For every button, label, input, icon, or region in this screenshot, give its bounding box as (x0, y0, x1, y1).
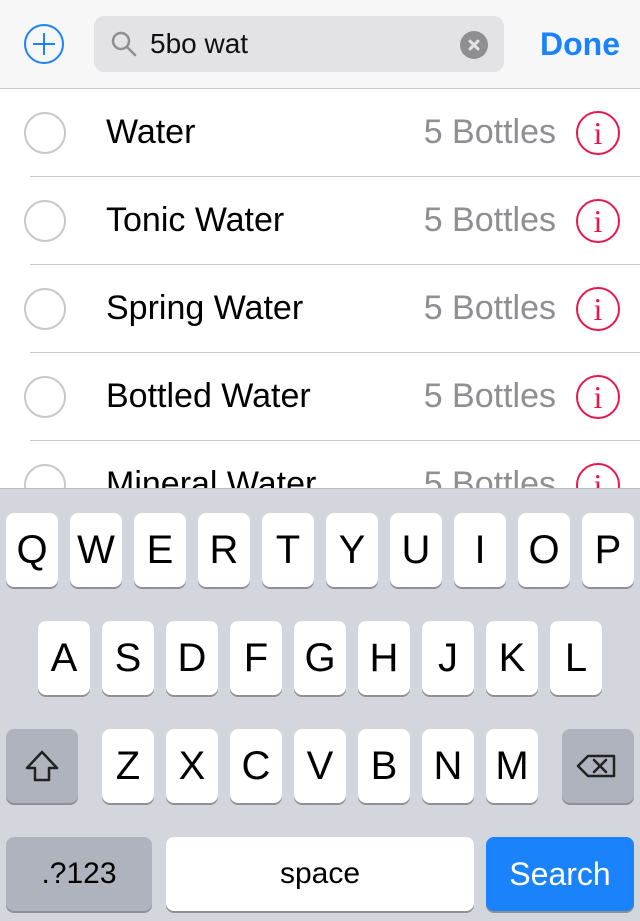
checkbox-circle[interactable] (24, 464, 66, 489)
shift-icon[interactable] (6, 729, 78, 803)
search-key[interactable]: Search (486, 837, 634, 911)
search-header: 5bo wat Done (0, 0, 640, 89)
key-y[interactable]: Y (326, 513, 378, 587)
key-i[interactable]: I (454, 513, 506, 587)
search-field[interactable]: 5bo wat (94, 16, 504, 72)
space-key[interactable]: space (166, 837, 474, 911)
key-q[interactable]: Q (6, 513, 58, 587)
numbers-key[interactable]: .?123 (6, 837, 152, 911)
key-m[interactable]: M (486, 729, 538, 803)
checkbox-circle[interactable] (24, 112, 66, 154)
list-item[interactable]: Spring Water 5 Bottles i (0, 265, 640, 353)
key-x[interactable]: X (166, 729, 218, 803)
key-d[interactable]: D (166, 621, 218, 695)
item-name: Bottled Water (106, 377, 311, 415)
item-quantity: 5 Bottles (423, 113, 556, 151)
key-h[interactable]: H (358, 621, 410, 695)
item-quantity: 5 Bottles (423, 465, 556, 489)
item-quantity: 5 Bottles (423, 377, 556, 415)
list-item[interactable]: Water 5 Bottles i (0, 89, 640, 177)
key-a[interactable]: A (38, 621, 90, 695)
item-quantity: 5 Bottles (423, 289, 556, 327)
delete-glyph (576, 754, 616, 778)
plus-circle-icon[interactable] (24, 24, 64, 64)
item-name: Tonic Water (106, 201, 285, 239)
key-v[interactable]: V (294, 729, 346, 803)
key-l[interactable]: L (550, 621, 602, 695)
key-w[interactable]: W (70, 513, 122, 587)
checkbox-circle[interactable] (24, 376, 66, 418)
key-e[interactable]: E (134, 513, 186, 587)
key-n[interactable]: N (422, 729, 474, 803)
item-quantity: 5 Bottles (423, 201, 556, 239)
checkbox-circle[interactable] (24, 200, 66, 242)
info-icon[interactable]: i (576, 199, 620, 243)
key-g[interactable]: G (294, 621, 346, 695)
keyboard: Q W E R T Y U I O P A S D F G H J K L Z … (0, 488, 640, 921)
item-name: Mineral Water (106, 465, 317, 489)
info-icon[interactable]: i (576, 463, 620, 489)
list-item[interactable]: Tonic Water 5 Bottles i (0, 177, 640, 265)
key-t[interactable]: T (262, 513, 314, 587)
list-item[interactable]: Mineral Water 5 Bottles i (0, 441, 640, 489)
clear-icon[interactable] (460, 31, 488, 59)
info-icon[interactable]: i (576, 375, 620, 419)
key-u[interactable]: U (390, 513, 442, 587)
key-z[interactable]: Z (102, 729, 154, 803)
checkbox-circle[interactable] (24, 288, 66, 330)
info-icon[interactable]: i (576, 111, 620, 155)
search-input[interactable]: 5bo wat (150, 16, 248, 72)
info-icon[interactable]: i (576, 287, 620, 331)
key-s[interactable]: S (102, 621, 154, 695)
key-p[interactable]: P (582, 513, 634, 587)
results-list: Water 5 Bottles i Tonic Water 5 Bottles … (0, 89, 640, 489)
key-o[interactable]: O (518, 513, 570, 587)
key-r[interactable]: R (198, 513, 250, 587)
key-j[interactable]: J (422, 621, 474, 695)
delete-icon[interactable] (562, 729, 634, 803)
key-f[interactable]: F (230, 621, 282, 695)
key-b[interactable]: B (358, 729, 410, 803)
item-name: Water (106, 113, 196, 151)
shift-glyph (25, 750, 59, 782)
item-name: Spring Water (106, 289, 304, 327)
key-c[interactable]: C (230, 729, 282, 803)
done-button[interactable]: Done (540, 0, 620, 88)
key-k[interactable]: K (486, 621, 538, 695)
search-icon (111, 31, 137, 57)
list-item[interactable]: Bottled Water 5 Bottles i (0, 353, 640, 441)
